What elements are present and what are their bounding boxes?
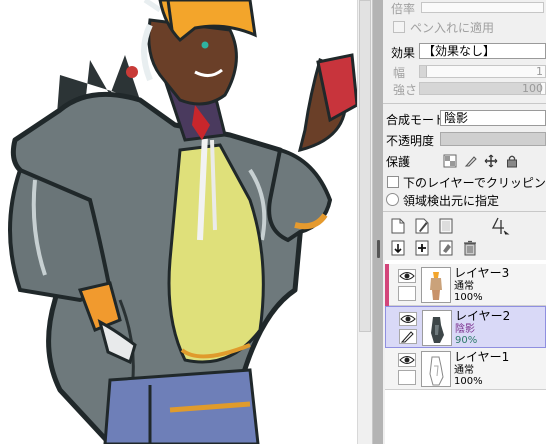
clip-to-lower-layer-label: 下のレイヤーでクリッピング <box>403 176 546 190</box>
delete-layer-icon[interactable] <box>462 240 478 256</box>
clip-to-lower-layer-checkbox[interactable] <box>387 176 399 188</box>
layer-name[interactable]: レイヤー1 <box>454 351 509 364</box>
new-pen-layer-icon[interactable] <box>414 218 430 234</box>
effect-label: 効果 <box>391 46 416 60</box>
artwork <box>8 0 357 444</box>
protect-transparency-icon[interactable] <box>442 153 458 169</box>
layer-thumbnail <box>422 310 452 346</box>
pen-lock-toggle[interactable] <box>398 370 416 385</box>
protect-move-icon[interactable] <box>483 153 499 169</box>
scrollbar-thumb[interactable] <box>359 0 371 332</box>
new-layer-icon[interactable] <box>390 218 406 234</box>
layer-thumbnail <box>421 351 451 387</box>
width-slider[interactable]: 1 <box>419 65 546 78</box>
protect-drawing-icon[interactable] <box>463 153 479 169</box>
splitter-grip-icon[interactable] <box>377 240 380 258</box>
blend-mode-select[interactable]: 陰影 <box>440 110 546 126</box>
strength-slider[interactable]: 100 <box>419 82 546 95</box>
canvas-vertical-scrollbar[interactable] <box>357 0 373 444</box>
edit-pencil-icon[interactable] <box>399 329 417 344</box>
transfer-down-icon[interactable] <box>390 240 406 256</box>
layer-opacity: 100% <box>454 292 483 303</box>
opacity-slider[interactable] <box>440 132 546 146</box>
layer-row-1[interactable]: レイヤー1 通常 100% <box>385 348 546 390</box>
width-slider-knob[interactable] <box>420 66 427 77</box>
effect-select[interactable]: 【効果なし】 <box>419 43 546 59</box>
pen-lock-toggle[interactable] <box>398 286 416 301</box>
area-source-label: 領域検出元に指定 <box>403 194 500 208</box>
layer-blend-mode: 陰影 <box>455 324 475 335</box>
apply-to-pen-label: ペン入れに適用 <box>410 21 495 35</box>
new-layer-folder-icon[interactable] <box>438 218 454 234</box>
visibility-eye-icon[interactable] <box>398 269 416 283</box>
apply-to-pen-checkbox[interactable] <box>393 21 405 33</box>
protect-all-lock-icon[interactable] <box>504 153 520 169</box>
layer-row-3[interactable]: レイヤー3 通常 100% <box>385 264 546 306</box>
strength-value: 100 <box>522 82 543 95</box>
width-label: 幅 <box>393 66 406 80</box>
opacity-label: 不透明度 <box>386 134 435 148</box>
magnification-label: 倍率 <box>391 2 416 16</box>
layer-color-tag <box>385 264 389 306</box>
protect-label: 保護 <box>386 155 411 169</box>
layer-name[interactable]: レイヤー3 <box>454 267 509 280</box>
layer-thumbnail <box>421 267 451 303</box>
layer-blend-mode: 通常 <box>454 365 474 376</box>
visibility-eye-icon[interactable] <box>398 353 416 367</box>
strength-label: 強さ <box>393 83 418 97</box>
magnification-slider[interactable] <box>421 2 544 13</box>
layer-row-2[interactable]: レイヤー2 陰影 90% <box>385 306 546 348</box>
divider <box>383 103 546 104</box>
blend-mode-label: 合成モード <box>386 113 447 127</box>
layer-name[interactable]: レイヤー2 <box>455 310 510 323</box>
merge-down-icon[interactable] <box>414 240 430 256</box>
drawing-canvas[interactable] <box>0 0 357 444</box>
layer-properties-panel: 倍率 ペン入れに適用 効果 【効果なし】 幅 1 強さ 100 合成モード 陰影… <box>383 0 546 444</box>
layer-transform-icon[interactable] <box>490 216 510 236</box>
clear-layer-icon[interactable] <box>438 240 454 256</box>
visibility-eye-icon[interactable] <box>399 312 417 326</box>
layer-opacity: 100% <box>454 376 483 387</box>
width-value: 1 <box>536 65 543 78</box>
layer-list[interactable]: レイヤー3 通常 100% レイヤー2 陰影 90% レイヤー1 通常 100% <box>385 260 546 444</box>
layer-opacity: 90% <box>455 335 478 346</box>
divider <box>383 211 546 212</box>
panel-splitter[interactable] <box>373 0 383 444</box>
area-source-radio[interactable] <box>386 193 399 206</box>
layer-blend-mode: 通常 <box>454 281 474 292</box>
